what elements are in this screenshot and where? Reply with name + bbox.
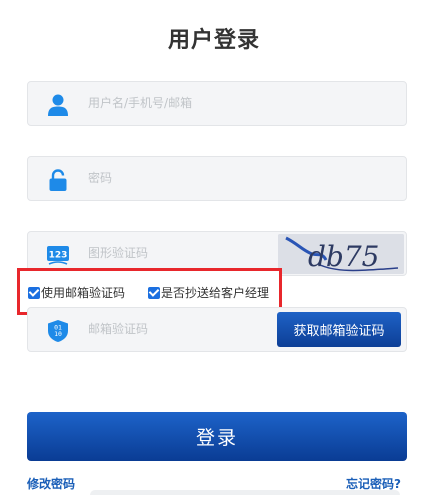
change-password-link[interactable]: 修改密码 [27,475,75,492]
username-placeholder: 用户名/手机号/邮箱 [88,96,193,110]
svg-text:10: 10 [54,330,62,338]
123-icon: 123 [46,243,70,267]
login-button[interactable]: 登录 [27,412,407,461]
use-email-code-checkbox[interactable]: 使用邮箱验证码 [28,284,125,302]
user-icon [46,93,70,117]
email-code-placeholder: 邮箱验证码 [88,322,149,336]
svg-text:123: 123 [49,251,68,261]
cc-client-manager-checkbox[interactable]: 是否抄送给客户经理 [148,284,269,302]
email-code-field[interactable]: 01 10 邮箱验证码 获取邮箱验证码 [27,307,407,352]
cc-client-manager-label: 是否抄送给客户经理 [161,286,270,300]
checkbox-checked-icon[interactable] [148,287,160,299]
bottom-scroll-edge [90,490,400,495]
password-placeholder: 密码 [88,171,113,185]
use-email-code-label: 使用邮箱验证码 [41,286,126,300]
checkbox-checked-icon[interactable] [28,287,40,299]
shield-binary-icon: 01 10 [46,319,70,343]
page-title: 用户登录 [167,28,260,53]
password-field[interactable]: 密码 [27,156,407,201]
username-field[interactable]: 用户名/手机号/邮箱 [27,81,407,126]
lock-icon [46,168,70,192]
get-email-code-button[interactable]: 获取邮箱验证码 [277,312,401,347]
captcha-image[interactable]: db75 [278,234,404,274]
captcha-text: db75 [308,240,379,273]
